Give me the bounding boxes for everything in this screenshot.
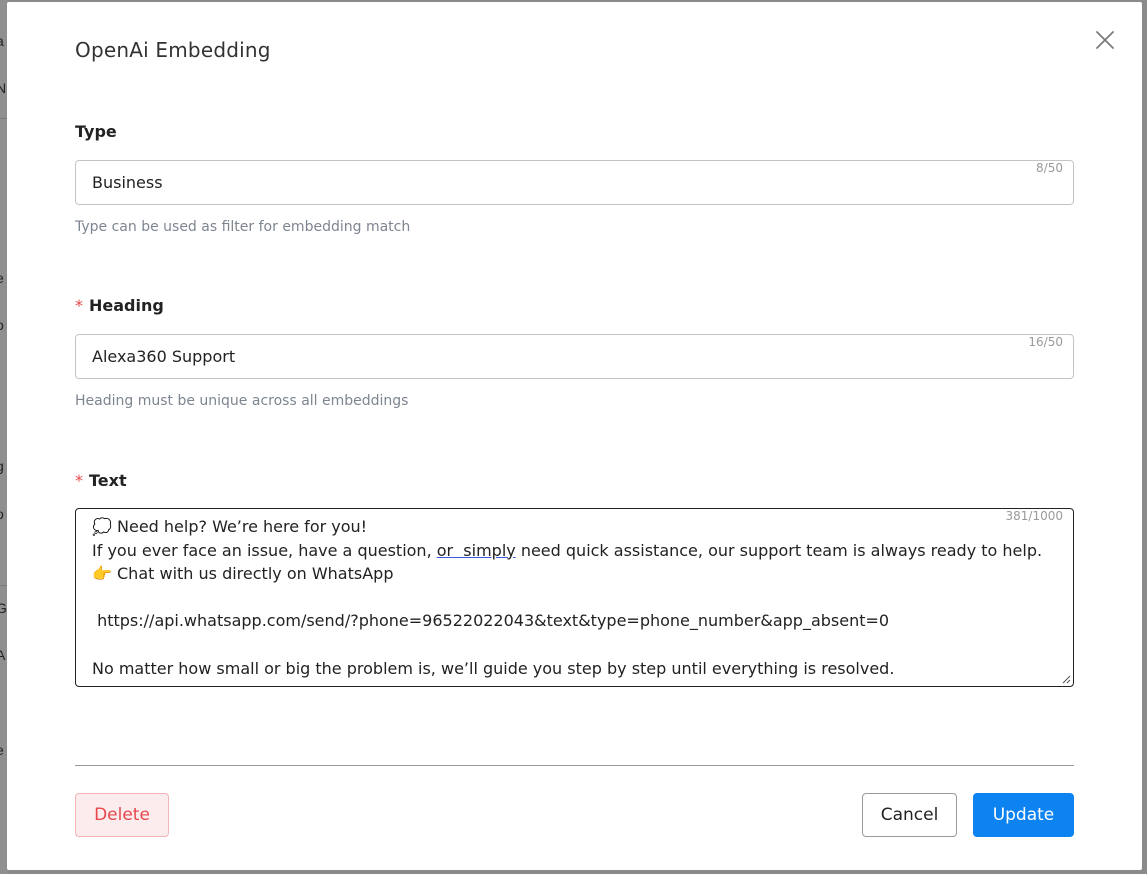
heading-input[interactable]: 16/50 — [75, 334, 1074, 379]
heading-char-counter: 16/50 — [1028, 335, 1063, 349]
heading-label: * Heading — [75, 296, 164, 315]
textarea-content[interactable]: 💭 Need help? We’re here for you! If you e… — [92, 515, 1057, 680]
type-helper-text: Type can be used as filter for embedding… — [75, 219, 411, 235]
background-text: G — [0, 600, 7, 616]
background-text: e — [0, 270, 4, 286]
text-line — [92, 633, 1057, 657]
text-line: If you ever face an issue, have a questi… — [92, 540, 1043, 560]
type-label: Type — [75, 122, 117, 141]
text-char-counter: 381/1000 — [1005, 509, 1064, 523]
background-text: A — [0, 647, 6, 663]
spellcheck-flag: or simply — [436, 540, 516, 560]
text-line — [92, 586, 1057, 610]
background-text: o — [0, 506, 4, 522]
heading-helper-text: Heading must be unique across all embedd… — [75, 393, 409, 409]
resize-handle-icon[interactable] — [1061, 674, 1071, 684]
text-line: 💭 Need help? We’re here for you! — [92, 517, 368, 536]
embedding-modal: OpenAi Embedding Type 8/50 Type can be u… — [7, 2, 1142, 870]
delete-button[interactable]: Delete — [75, 793, 169, 837]
background-text: o — [0, 317, 4, 333]
background-text: N — [0, 80, 7, 96]
text-textarea[interactable]: 💭 Need help? We’re here for you! If you e… — [75, 508, 1074, 687]
type-char-counter: 8/50 — [1036, 161, 1063, 175]
type-input[interactable]: 8/50 — [75, 160, 1074, 205]
modal-title: OpenAi Embedding — [75, 38, 271, 62]
cancel-button[interactable]: Cancel — [862, 793, 957, 837]
text-line: No matter how small or big the problem i… — [92, 658, 895, 678]
text-label: * Text — [75, 471, 127, 490]
required-marker: * — [75, 296, 83, 315]
background-text: e — [0, 742, 4, 758]
heading-field[interactable] — [76, 335, 1073, 378]
footer-divider — [75, 765, 1074, 766]
background-text: a — [0, 33, 4, 49]
close-icon — [1096, 31, 1114, 49]
required-marker: * — [75, 471, 83, 490]
type-field[interactable] — [76, 161, 1073, 204]
background-text: g — [0, 458, 4, 474]
text-line-link: https://api.whatsapp.com/send/?phone=965… — [92, 611, 890, 631]
text-line: 👉 Chat with us directly on WhatsApp — [92, 564, 394, 584]
update-button[interactable]: Update — [973, 793, 1074, 837]
close-button[interactable] — [1093, 28, 1117, 52]
